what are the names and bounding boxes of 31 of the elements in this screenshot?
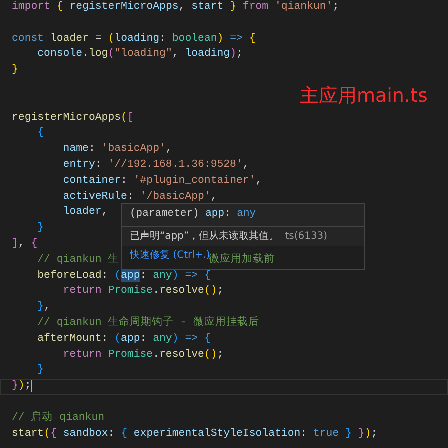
code-line: registerMicroApps([ <box>12 110 134 126</box>
code-line: start({ sandbox: { experimentalStyleIsolation: true } }); <box>12 426 378 442</box>
code-line: beforeLoad: (app: any) => { <box>38 268 211 284</box>
error-code: ts(6133) <box>285 230 328 242</box>
code-line: }, <box>38 300 50 316</box>
tooltip-signature: (parameter) app: any <box>130 208 256 220</box>
code-line: return Promise.resolve(); <box>63 284 224 300</box>
code-line: // qiankun 生 <box>38 252 120 268</box>
code-line: loader, <box>63 205 108 220</box>
code-line: { <box>38 126 44 142</box>
quick-fix-link[interactable]: 快速修复 (Ctrl+.) <box>130 246 210 265</box>
code-line: activeRule: '/basicApp', <box>63 190 218 205</box>
code-line: } <box>12 63 18 78</box>
text-cursor <box>31 379 32 392</box>
code-line: name: 'basicApp', <box>63 142 172 158</box>
code-line: } <box>38 221 44 236</box>
code-line: import { registerMicroApps, start } from 'qiankun'; <box>12 0 340 15</box>
code-line: return Promise.resolve(); <box>63 348 224 363</box>
code-line: } <box>38 363 44 378</box>
code-line: }); <box>12 379 32 394</box>
code-line: container: '#plugin_container', <box>63 174 262 189</box>
code-comment: 微应用加载前 <box>209 253 276 268</box>
code-line: ], { <box>12 236 38 252</box>
code-line: entry: '//192.168.1.36:9528', <box>63 158 250 173</box>
code-line: afterMount: (app: any) => { <box>38 332 211 347</box>
annotation-label: 主应用main.ts <box>300 84 428 109</box>
code-line: // qiankun 生命周期钩子 - 微应用挂载后 <box>38 316 260 331</box>
code-line: const loader = (loading: boolean) => { <box>12 32 256 47</box>
code-line: // 启动 qiankun <box>12 410 105 426</box>
code-line: console.log("loading", loading); <box>38 47 243 62</box>
tooltip-message: 已声明“app”，但从未读取其值。 <box>130 230 280 242</box>
